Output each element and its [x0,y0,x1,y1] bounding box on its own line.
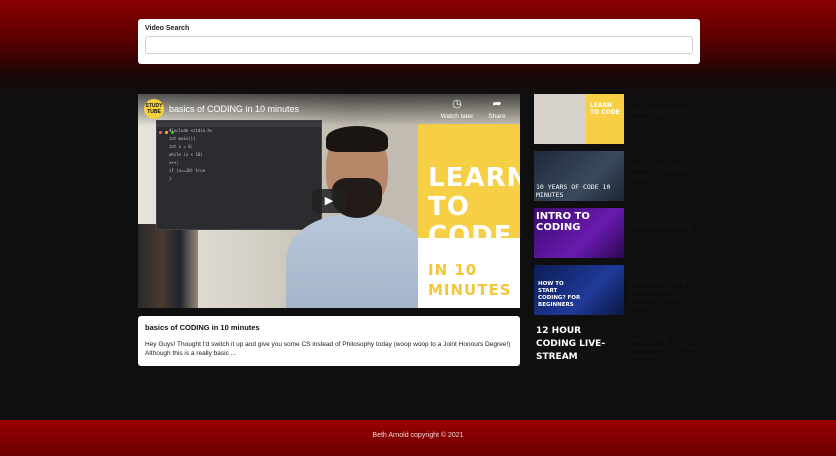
player-topbar: STUDY TUBE basics of CODING in 10 minute… [138,94,520,126]
related-video-item[interactable]: HOW TO START CODING? FOR BEGINNERS How t… [534,265,704,322]
clock-icon: ◷ [452,98,462,110]
play-button[interactable]: ▶ [312,189,346,213]
related-video-title[interactable]: 10 Years of Coding in 10 Minutes [628,165,700,181]
video-details-card: basics of CODING in 10 minutes Hey Guys!… [138,316,520,366]
search-input[interactable] [145,36,693,54]
related-video-title[interactable]: How to Start Coding | Programming for Be… [628,279,700,311]
related-video-item[interactable]: INTRO TO CODING Introduction to Coding [534,208,704,265]
video-thumbnail[interactable]: 12 HOUR CODING LIVE-STREAM [534,322,624,372]
video-thumbnail[interactable]: HOW TO START CODING? FOR BEGINNERS [534,265,624,315]
footer: Beth Arnold copyright © 2021 [0,420,836,456]
player-video-title[interactable]: basics of CODING in 10 minutes [169,104,299,114]
related-video-title[interactable]: Introduction to Coding [628,222,700,230]
watch-later-button[interactable]: ◷ Watch later [437,98,477,120]
related-videos-list: LEARN TO CODE basics of CODING in 10 min… [534,94,704,379]
poster-text-sub: IN 10 MINUTES [428,261,512,299]
presenter-image [286,122,428,308]
video-details-description: Hey Guys! Thought I'd switch it up and g… [145,341,511,357]
related-video-item[interactable]: 10 YEARS OF CODE 10 MINUTES 10 Years of … [534,151,704,208]
video-player[interactable]: #include <stdio.h> int main(){ int x = 0… [138,94,520,308]
share-icon: ➦ [492,98,502,110]
share-button[interactable]: ➦ Share [477,98,517,120]
watch-later-label: Watch later [440,113,474,120]
closet-background [138,224,198,308]
channel-logo[interactable]: STUDY TUBE [144,99,164,119]
video-thumbnail[interactable]: INTRO TO CODING [534,208,624,258]
thumbnail-poster: LEARN TO CODE IN 10 MINUTES [418,124,520,308]
related-video-title[interactable]: basics of CODING in 10 minutes [628,108,700,124]
video-details-title: basics of CODING in 10 minutes [145,323,260,332]
related-video-title[interactable]: Learn Coding Fundamentals - 12 Hour Live… [628,336,700,360]
poster-text-main: LEARN TO CODE [428,163,520,251]
search-card: Video Search [138,19,700,64]
footer-copyright: Beth Arnold copyright © 2021 [372,432,464,439]
related-video-item[interactable]: LEARN TO CODE basics of CODING in 10 min… [534,94,704,151]
video-thumbnail[interactable]: LEARN TO CODE [534,94,624,144]
search-label: Video Search [145,25,190,32]
play-icon: ▶ [324,195,334,207]
share-label: Share [488,113,506,120]
related-video-item[interactable]: 12 HOUR CODING LIVE-STREAM Learn Coding … [534,322,704,379]
video-thumbnail[interactable]: 10 YEARS OF CODE 10 MINUTES [534,151,624,201]
